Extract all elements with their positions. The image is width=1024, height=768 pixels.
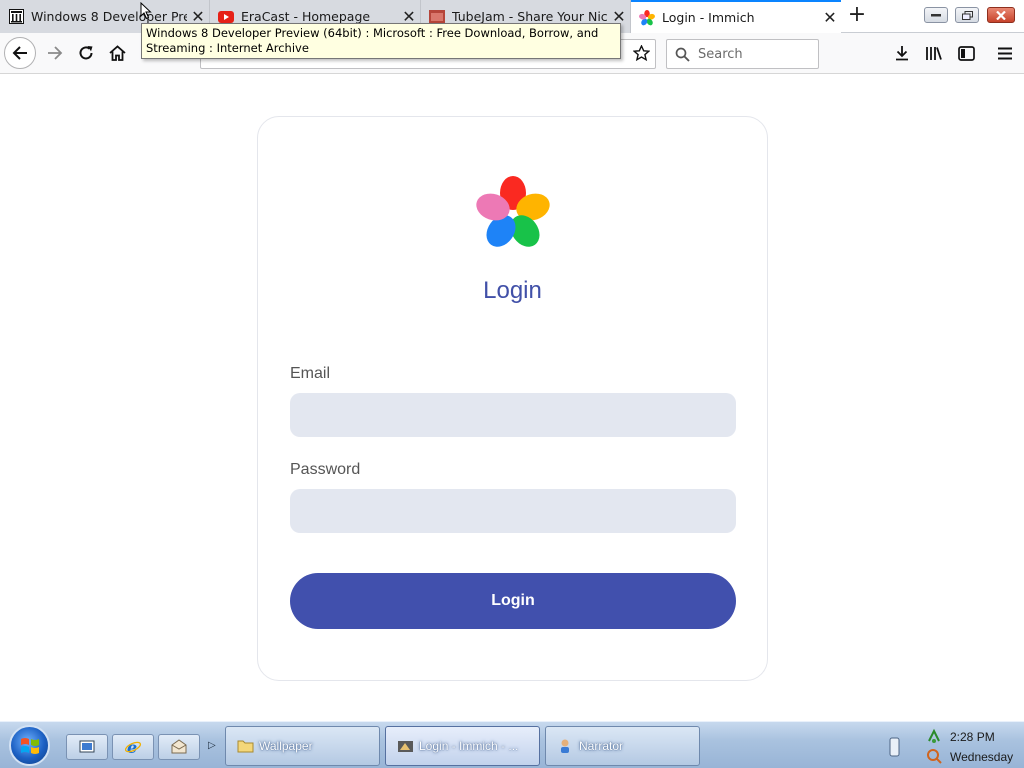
tab-title: Login - Immich [662,10,755,25]
window-close-button[interactable] [987,7,1015,23]
new-tab-button[interactable]: + [846,4,868,28]
sidebar-button[interactable] [951,38,981,68]
taskbar-window-narrator[interactable]: Narrator [545,726,700,766]
mouse-cursor-icon [140,2,152,20]
taskbar-window-label: Narrator [579,739,624,753]
search-icon [675,47,690,62]
show-hidden-icons-icon [889,737,900,757]
library-button[interactable] [919,38,949,68]
hamburger-menu-icon [998,47,1012,59]
quicklaunch-mail[interactable] [158,734,200,760]
download-icon [896,46,908,61]
quicklaunch-expand-icon[interactable]: ▷ [208,740,216,751]
reload-icon [79,46,93,60]
password-field[interactable] [290,489,736,533]
quicklaunch-ie[interactable]: e [112,734,154,760]
speaker-icon [927,749,942,764]
tab-immich[interactable]: Login - Immich ✕ [631,0,841,33]
menu-button[interactable] [990,38,1020,68]
mail-icon [171,739,187,754]
bookmark-star-button[interactable] [626,38,656,68]
network-icon [928,728,940,743]
show-desktop-icon [79,740,95,753]
login-card: Login Email Password Login [257,116,768,681]
minimize-button[interactable] [924,7,948,23]
search-box[interactable]: Search [666,39,819,69]
taskbar: e ▷ Wallpaper Login - Immich - ... Narra… [0,721,1024,768]
back-arrow-icon [12,46,27,60]
tab-title: Windows 8 Developer Previe [31,9,187,24]
start-button[interactable] [9,725,50,766]
forward-arrow-icon [48,46,63,60]
internet-explorer-icon: e [124,738,142,756]
back-button[interactable] [4,37,36,69]
restore-button[interactable] [955,7,979,23]
page-content: Login Email Password Login [0,75,1024,721]
reload-button[interactable] [71,38,101,68]
clock-time: 2:28 PM [950,730,995,744]
browser-icon [396,738,414,754]
login-title: Login [483,277,542,304]
tab-title: TubeJam - Share Your Niche [452,9,608,24]
taskbar-window-label: Login - Immich - ... [419,739,519,753]
sidebar-icon [957,45,975,61]
tab-title: EraCast - Homepage [241,9,371,24]
immich-logo-icon [476,176,550,247]
quicklaunch-desktop[interactable] [66,734,108,760]
login-button[interactable]: Login [290,573,736,629]
taskbar-window-wallpaper[interactable]: Wallpaper [225,726,380,766]
home-button[interactable] [102,38,132,68]
password-label: Password [290,461,361,478]
system-clock[interactable]: 2:28 PM Wednesday [950,727,1020,767]
immich-icon [639,9,655,26]
taskbar-window-browser[interactable]: Login - Immich - ... [385,726,540,766]
library-icon [926,47,942,60]
clock-day: Wednesday [950,750,1014,764]
home-icon [108,45,126,61]
close-tab-icon[interactable]: ✕ [819,8,841,27]
folder-icon [236,738,254,754]
search-placeholder: Search [698,46,743,62]
windows-logo-icon [20,737,39,754]
forward-button[interactable] [40,38,70,68]
narrator-icon [556,738,574,754]
tab-tooltip: Windows 8 Developer Preview (64bit) : Mi… [141,23,621,59]
archive-icon [8,9,24,25]
downloads-button[interactable] [887,38,917,68]
email-field[interactable] [290,393,736,437]
svg-text:e: e [127,738,137,756]
email-label: Email [290,365,331,382]
star-icon [632,45,650,61]
taskbar-window-label: Wallpaper [259,739,313,753]
